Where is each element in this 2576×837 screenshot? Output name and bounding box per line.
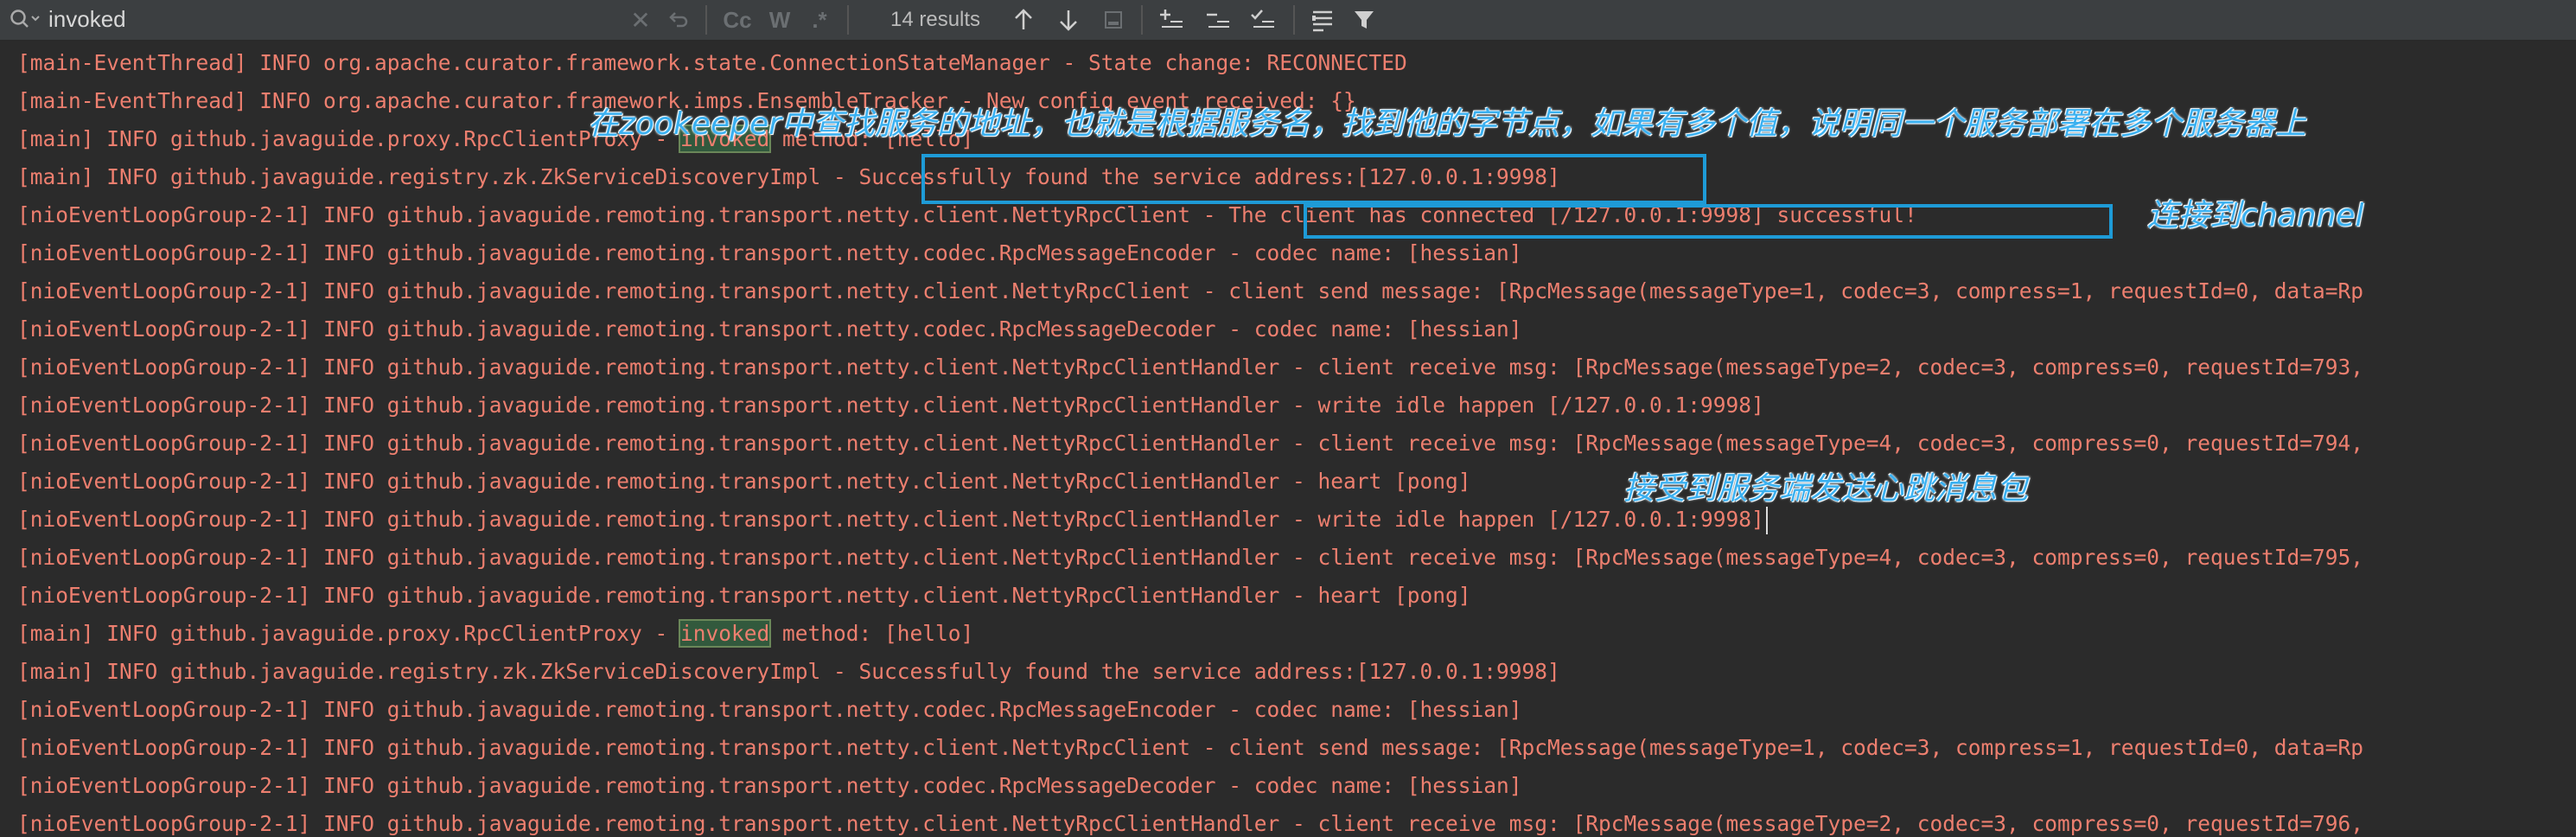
log-line: [nioEventLoopGroup-2-1] INFO github.java… bbox=[17, 316, 1522, 342]
log-line: [main] INFO github.javaguide.registry.zk… bbox=[17, 659, 1560, 684]
log-text: method: [hello] bbox=[769, 621, 974, 646]
close-icon[interactable]: ✕ bbox=[628, 0, 654, 40]
log-text: [main] INFO github.javaguide.proxy.RpcCl… bbox=[17, 126, 681, 151]
log-line: [nioEventLoopGroup-2-1] INFO github.java… bbox=[17, 502, 1768, 538]
log-text: [main] INFO github.javaguide.proxy.RpcCl… bbox=[17, 621, 681, 646]
log-line: [nioEventLoopGroup-2-1] INFO github.java… bbox=[17, 240, 1522, 265]
toolbar-divider bbox=[1141, 5, 1143, 35]
undo-icon[interactable] bbox=[662, 0, 693, 40]
remove-selection-icon[interactable] bbox=[1202, 0, 1236, 40]
text-caret bbox=[1765, 507, 1768, 534]
select-occurrence-icon[interactable] bbox=[1098, 0, 1129, 40]
in-selection-icon[interactable] bbox=[1305, 0, 1340, 40]
log-line: [main] INFO github.javaguide.proxy.RpcCl… bbox=[17, 616, 973, 652]
channel-annotation: 连接到channel bbox=[2147, 198, 2364, 233]
log-line: [nioEventLoopGroup-2-1] INFO github.java… bbox=[17, 583, 1471, 608]
heartbeat-annotation: 接受到服务端发送心跳消息包 bbox=[1623, 471, 2029, 507]
regex-button[interactable]: .* bbox=[804, 0, 835, 40]
select-all-occurrences-icon[interactable] bbox=[1247, 0, 1281, 40]
log-line: [nioEventLoopGroup-2-1] INFO github.java… bbox=[17, 393, 1764, 418]
log-line: [nioEventLoopGroup-2-1] INFO github.java… bbox=[17, 545, 2364, 570]
log-line: [nioEventLoopGroup-2-1] INFO github.java… bbox=[17, 278, 2364, 303]
client-connected-highlight-box bbox=[1304, 204, 2113, 239]
log-line: [nioEventLoopGroup-2-1] INFO github.java… bbox=[17, 735, 2364, 760]
log-line: [nioEventLoopGroup-2-1] INFO github.java… bbox=[17, 355, 2364, 380]
log-line: [nioEventLoopGroup-2-1] INFO github.java… bbox=[17, 773, 1522, 798]
toolbar-divider bbox=[1293, 5, 1295, 35]
arrow-down-icon[interactable] bbox=[1053, 0, 1084, 40]
search-match: invoked bbox=[679, 619, 772, 648]
find-toolbar: ✕ Cc W .* 14 results bbox=[0, 0, 2576, 42]
zk-lookup-annotation: 在zookeeper中查找服务的地址，也就是根据服务名，找到他的字节点，如果有多… bbox=[588, 106, 2306, 142]
toolbar-divider bbox=[847, 5, 849, 35]
log-line: [nioEventLoopGroup-2-1] INFO github.java… bbox=[17, 697, 1522, 722]
arrow-up-icon[interactable] bbox=[1008, 0, 1039, 40]
magnifier-icon[interactable] bbox=[9, 8, 43, 36]
filter-icon[interactable] bbox=[1347, 0, 1381, 40]
log-text: [nioEventLoopGroup-2-1] INFO github.java… bbox=[17, 507, 1764, 532]
log-line: [main-EventThread] INFO org.apache.curat… bbox=[17, 50, 1407, 75]
search-input[interactable] bbox=[48, 3, 602, 35]
log-line: [nioEventLoopGroup-2-1] INFO github.java… bbox=[17, 811, 2364, 836]
whole-words-button[interactable]: W bbox=[764, 0, 795, 40]
toolbar-divider bbox=[705, 5, 707, 35]
add-selection-icon[interactable] bbox=[1155, 0, 1189, 40]
results-count: 14 results bbox=[890, 8, 981, 31]
log-line: [nioEventLoopGroup-2-1] INFO github.java… bbox=[17, 431, 2364, 456]
service-address-highlight-box bbox=[921, 154, 1706, 204]
match-case-button[interactable]: Cc bbox=[719, 0, 756, 40]
log-line: [nioEventLoopGroup-2-1] INFO github.java… bbox=[17, 469, 1471, 494]
